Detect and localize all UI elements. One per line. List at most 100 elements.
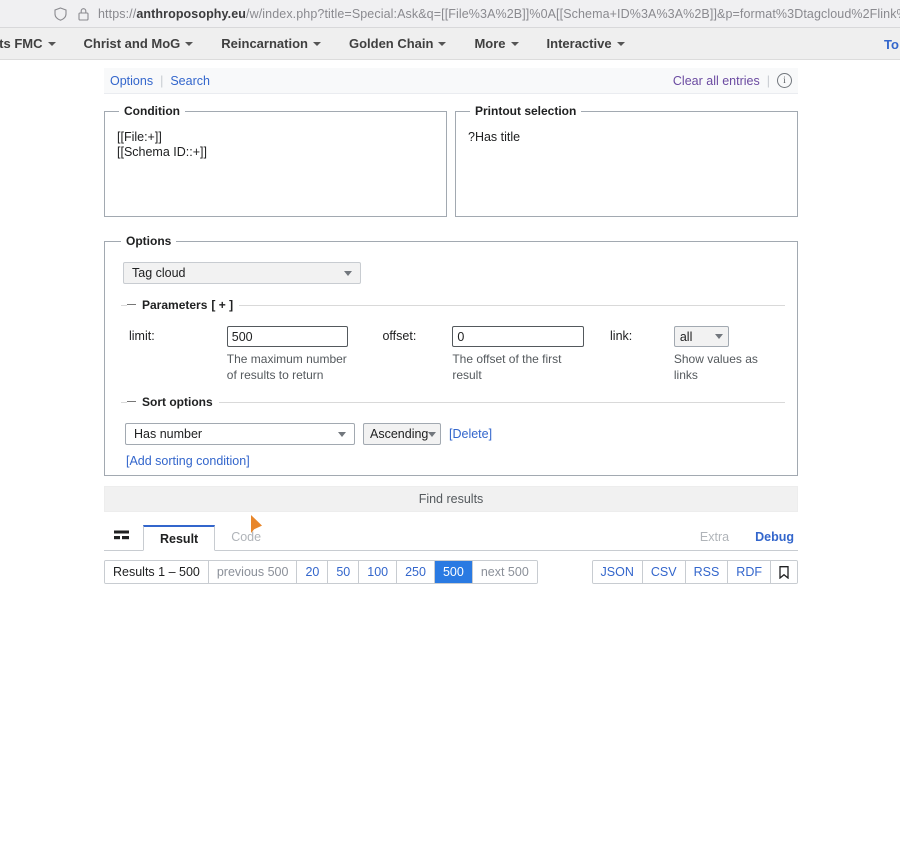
export-group: JSON CSV RSS RDF: [591, 560, 798, 584]
next-page-button[interactable]: next 500: [472, 561, 537, 583]
printout-legend: Printout selection: [475, 104, 577, 118]
chevron-down-icon: [338, 431, 346, 437]
limit-input[interactable]: [226, 326, 349, 347]
link-field-wrap: all Show values as links: [673, 326, 785, 383]
nav-item-truncated[interactable]: To: [884, 28, 900, 60]
offset-hint: The offset of the first result: [452, 352, 562, 382]
ask-toolbar: Options | Search Clear all entries | i: [104, 68, 798, 94]
chevron-down-icon: [428, 431, 437, 437]
nav-item-golden-chain[interactable]: Golden Chain: [335, 36, 461, 51]
collapse-icon[interactable]: [127, 304, 136, 305]
collapse-icon[interactable]: [127, 401, 136, 402]
chevron-down-icon: [714, 334, 723, 339]
nav-item-reincarnation[interactable]: Reincarnation: [207, 36, 335, 51]
tab-code[interactable]: Code: [215, 524, 277, 550]
nav-item-label: Golden Chain: [348, 36, 434, 51]
sort-options-legend: Sort options: [127, 395, 219, 409]
tab-result[interactable]: Result: [143, 525, 216, 551]
site-navigation: ents FMC Christ and MoG Reincarnation Go…: [0, 28, 900, 60]
parameters-fieldset: Parameters[ + ] limit: The maximum numbe…: [121, 298, 785, 383]
nav-item-more[interactable]: More: [460, 36, 532, 51]
parameters-legend-label: Parameters: [142, 298, 208, 312]
offset-field-wrap: The offset of the first result: [452, 326, 585, 383]
bookmark-icon[interactable]: [771, 561, 797, 583]
chevron-down-icon: [47, 42, 56, 46]
link-select-value: all: [679, 329, 693, 344]
link-select[interactable]: all: [673, 326, 729, 347]
tab-code-label: Code: [231, 530, 262, 544]
tab-result-label: Result: [160, 531, 199, 546]
tab-debug[interactable]: Debug: [755, 530, 794, 544]
sort-options-fieldset: Sort options Has number Ascending [Delet…: [121, 395, 785, 468]
nav-item-label: More: [474, 36, 506, 51]
nav-item-interactive[interactable]: Interactive: [533, 36, 639, 51]
previous-page-button[interactable]: previous 500: [208, 561, 298, 583]
offset-label: offset:: [382, 329, 417, 343]
lock-icon[interactable]: [75, 6, 91, 22]
options-legend: Options: [126, 234, 172, 248]
printout-textarea[interactable]: ?Has title: [466, 126, 787, 145]
chevron-down-icon: [344, 270, 352, 276]
condition-textarea[interactable]: [[File:+]] [[Schema ID::+]]: [115, 126, 436, 160]
nav-item-label: ents FMC: [0, 36, 43, 51]
sort-property-value: Has number: [134, 427, 203, 441]
table-layout-icon: [114, 530, 129, 544]
shield-icon[interactable]: [52, 6, 68, 22]
chevron-down-icon: [438, 42, 447, 46]
export-json-link[interactable]: JSON: [592, 561, 643, 583]
results-navigation: Results 1 – 500 previous 500 20 50 100 2…: [104, 560, 798, 584]
parameters-add-icon[interactable]: [ + ]: [211, 298, 233, 312]
chevron-down-icon: [312, 42, 321, 46]
add-sorting-condition-link[interactable]: [Add sorting condition]: [126, 454, 250, 468]
page-size-500[interactable]: 500: [434, 561, 473, 583]
export-rss-link[interactable]: RSS: [685, 561, 729, 583]
nav-item-label: Interactive: [546, 36, 612, 51]
condition-fieldset: Condition [[File:+]] [[Schema ID::+]]: [104, 104, 447, 217]
chevron-down-icon: [616, 42, 625, 46]
special-ask-page: Options | Search Clear all entries | i C…: [0, 68, 900, 584]
info-icon[interactable]: i: [777, 73, 792, 88]
sort-order-value: Ascending: [370, 427, 429, 441]
sort-row: Has number Ascending [Delete]: [121, 409, 785, 445]
offset-input[interactable]: [452, 326, 585, 347]
delete-sort-link[interactable]: [Delete]: [449, 427, 492, 441]
options-link[interactable]: Options: [110, 74, 153, 88]
url-host: anthroposophy.eu: [136, 6, 247, 21]
url-text[interactable]: https://anthroposophy.eu/w/index.php?tit…: [98, 7, 900, 21]
tab-layout-toggle[interactable]: [104, 524, 143, 550]
search-link[interactable]: Search: [170, 74, 210, 88]
limit-hint: The maximum number of results to return: [226, 352, 347, 382]
link-label: link:: [610, 329, 633, 343]
condition-legend: Condition: [124, 104, 180, 118]
sort-property-select[interactable]: Has number: [125, 423, 355, 445]
export-rdf-link[interactable]: RDF: [728, 561, 771, 583]
page-size-50[interactable]: 50: [328, 561, 360, 583]
clear-all-entries-link[interactable]: Clear all entries: [673, 74, 760, 88]
page-size-100[interactable]: 100: [359, 561, 398, 583]
nav-item-label: Reincarnation: [221, 36, 308, 51]
tab-extra[interactable]: Extra: [700, 524, 729, 550]
limit-label: limit:: [129, 329, 155, 343]
add-sorting-wrap: [Add sorting condition]: [121, 445, 785, 468]
parameters-grid: limit: The maximum number of results to …: [121, 312, 785, 383]
page-size-20[interactable]: 20: [297, 561, 329, 583]
nav-item-ents-fmc[interactable]: ents FMC: [0, 36, 70, 51]
format-select[interactable]: Tag cloud: [123, 262, 361, 284]
find-results-button[interactable]: Find results: [104, 486, 798, 512]
tab-right-actions: Extra Debug: [700, 524, 798, 550]
printout-selection-fieldset: Printout selection ?Has title: [455, 104, 798, 217]
nav-item-christ-and-mog[interactable]: Christ and MoG: [70, 36, 208, 51]
url-path: /w/index.php?title=Special:Ask&q=[[File%…: [246, 6, 900, 21]
results-summary: Results 1 – 500: [105, 561, 209, 583]
export-csv-link[interactable]: CSV: [642, 561, 686, 583]
sort-order-select[interactable]: Ascending: [363, 423, 441, 445]
page-size-250[interactable]: 250: [397, 561, 435, 583]
chevron-down-icon: [510, 42, 519, 46]
nav-item-label: Christ and MoG: [83, 36, 181, 51]
browser-url-bar[interactable]: https://anthroposophy.eu/w/index.php?tit…: [0, 0, 900, 28]
result-tabs: Result Code Extra Debug: [104, 515, 798, 551]
link-hint: Show values as links: [673, 352, 758, 382]
toolbar-separator: |: [766, 73, 770, 88]
url-prefix: https://: [98, 6, 137, 21]
chevron-down-icon: [185, 42, 194, 46]
